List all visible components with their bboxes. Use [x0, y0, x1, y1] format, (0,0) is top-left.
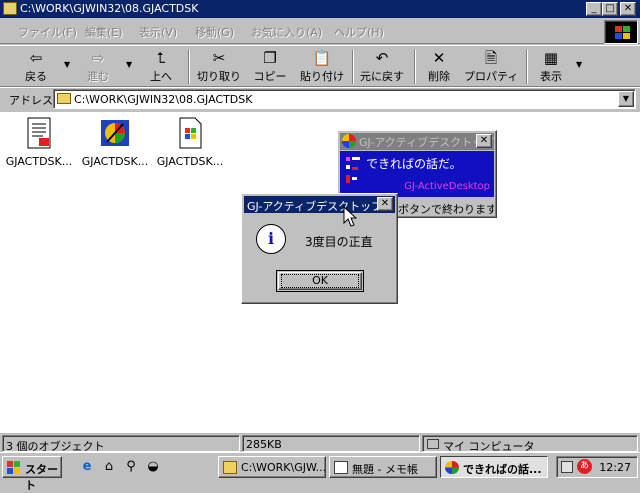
- undo-icon: ↶: [375, 49, 389, 67]
- show-desktop-icon[interactable]: ⌂: [100, 458, 118, 476]
- minimize-button[interactable]: _: [586, 2, 602, 16]
- gj-window-title-bar[interactable]: GJ-アクティブデスクトップ ✕: [340, 133, 494, 150]
- task-gj-window[interactable]: できればの話...: [440, 456, 548, 478]
- clock[interactable]: 12:27: [599, 461, 631, 474]
- task-notepad[interactable]: 無題 - メモ帳: [329, 456, 437, 478]
- menu-help[interactable]: ヘルプ(H): [334, 24, 384, 40]
- address-label: アドレス: [9, 94, 53, 107]
- gj-app-icon: [342, 134, 356, 148]
- task-explorer[interactable]: C:\WORK\GJW...: [218, 456, 326, 478]
- delete-x-icon: ✕: [432, 49, 446, 67]
- channels-icon[interactable]: ⚲: [122, 458, 140, 476]
- cut-button[interactable]: ✂ 切り取り: [196, 48, 242, 86]
- undo-button[interactable]: ↶ 元に戻す: [358, 48, 406, 86]
- gj-close-button[interactable]: ✕: [476, 134, 492, 148]
- menu-edit[interactable]: 編集(E): [85, 24, 123, 40]
- ok-button[interactable]: OK: [276, 270, 364, 292]
- status-object-count: 3 個のオブジェクト: [2, 435, 240, 452]
- dialog-title-bar[interactable]: GJ-アクティブデスクトップ ✕: [244, 196, 395, 213]
- back-button[interactable]: ⇦ 戻る: [14, 48, 58, 86]
- status-location: マイ コンピュータ: [422, 435, 638, 452]
- toolbar-separator: [352, 50, 354, 84]
- start-button[interactable]: スタート: [2, 456, 62, 492]
- info-icon: i: [256, 224, 286, 254]
- gj-app-icon: [101, 120, 129, 146]
- file-item[interactable]: GJACTDSK...: [78, 116, 152, 168]
- dialog-message: 3度目の正直: [305, 235, 373, 249]
- copy-icon: ❐: [263, 49, 277, 67]
- gj-message: できればの話だ。: [366, 157, 462, 171]
- dialog-title: GJ-アクティブデスクトップ: [247, 200, 383, 213]
- gj-app-icon: [445, 461, 459, 474]
- gj-quicklaunch-icon[interactable]: ◒: [144, 458, 162, 476]
- notepad-icon: [334, 461, 348, 474]
- windows-file-icon: [179, 117, 202, 149]
- maximize-button[interactable]: □: [602, 2, 618, 16]
- folder-icon: [223, 461, 237, 474]
- address-bar: アドレス C:\WORK\GJWIN32\08.GJACTDSK ▼: [0, 87, 640, 109]
- toolbar: ⇦ 戻る ▼ ⇨ 進む ▼ ⮤ 上へ ✂ 切り取り ❐ コピー 📋 貼り付け ↶…: [0, 45, 640, 87]
- system-tray: あ 12:27: [556, 456, 638, 478]
- mouse-cursor-icon: [343, 206, 357, 227]
- back-arrow-icon: ⇦: [29, 49, 43, 67]
- address-input[interactable]: C:\WORK\GJWIN32\08.GJACTDSK ▼: [53, 89, 636, 109]
- file-item[interactable]: GJACTDSK...: [153, 116, 227, 168]
- menu-favorites[interactable]: お気に入り(A): [251, 24, 322, 40]
- status-bar: 3 個のオブジェクト 285KB マイ コンピュータ: [0, 432, 640, 452]
- menu-bar: ファイル(F) 編集(E) 表示(V) 移動(G) お気に入り(A) ヘルプ(H…: [0, 18, 640, 44]
- close-button[interactable]: ✕: [620, 2, 636, 16]
- forward-arrow-icon: ⇨: [91, 49, 105, 67]
- folder-icon: [57, 93, 71, 104]
- view-dropdown-icon[interactable]: ▼: [576, 60, 582, 69]
- menu-view[interactable]: 表示(V): [139, 24, 177, 40]
- windows-logo-icon: [604, 20, 638, 44]
- window-title-bar[interactable]: C:\WORK\GJWIN32\08.GJACTDSK _ □ ✕: [0, 0, 640, 18]
- address-dropdown-icon[interactable]: ▼: [618, 91, 634, 107]
- gj-brand-label: GJ-ActiveDesktop: [404, 181, 490, 192]
- network-icon[interactable]: [561, 461, 573, 473]
- menu-file[interactable]: ファイル(F): [18, 24, 77, 40]
- windows-flag-icon: [7, 461, 20, 474]
- folder-up-icon: ⮤: [156, 49, 166, 67]
- delete-button[interactable]: ✕ 削除: [422, 48, 456, 86]
- address-value: C:\WORK\GJWIN32\08.GJACTDSK: [74, 93, 253, 106]
- forward-dropdown-icon[interactable]: ▼: [126, 60, 132, 69]
- computer-icon: [427, 439, 439, 449]
- back-dropdown-icon[interactable]: ▼: [64, 60, 70, 69]
- toolbar-separator: [526, 50, 528, 84]
- clipboard-icon: 📋: [312, 49, 332, 67]
- view-button[interactable]: ▦ 表示: [534, 48, 568, 86]
- status-size: 285KB: [242, 435, 420, 452]
- document-icon: [27, 117, 51, 149]
- forward-button[interactable]: ⇨ 進む: [76, 48, 120, 86]
- toolbar-separator: [414, 50, 416, 84]
- scissors-icon: ✂: [212, 49, 226, 67]
- gj-window-body: できればの話だ。 GJ-ActiveDesktop: [340, 151, 494, 197]
- internet-explorer-icon[interactable]: e: [78, 458, 96, 476]
- window-title: C:\WORK\GJWIN32\08.GJACTDSK: [20, 2, 199, 15]
- gj-character-icon: [346, 157, 360, 183]
- properties-icon: 🗎: [484, 49, 498, 67]
- toolbar-separator: [188, 50, 190, 84]
- up-button[interactable]: ⮤ 上へ: [140, 48, 182, 86]
- file-item[interactable]: GJACTDSK...: [2, 116, 76, 168]
- message-dialog[interactable]: GJ-アクティブデスクトップ ✕ i 3度目の正直 OK: [241, 193, 398, 304]
- properties-button[interactable]: 🗎 プロパティ: [464, 48, 518, 86]
- gj-window-title: GJ-アクティブデスクトップ: [359, 136, 495, 149]
- focus-rectangle: [281, 274, 359, 288]
- paste-button[interactable]: 📋 貼り付け: [298, 48, 346, 86]
- taskbar: スタート e ⌂ ⚲ ◒ C:\WORK\GJW... 無題 - メモ帳 できれ…: [0, 452, 640, 492]
- view-grid-icon: ▦: [543, 49, 559, 67]
- copy-button[interactable]: ❐ コピー: [250, 48, 290, 86]
- ime-icon[interactable]: あ: [577, 459, 592, 474]
- menu-go[interactable]: 移動(G): [195, 24, 234, 40]
- folder-icon: [3, 2, 17, 15]
- dialog-close-button[interactable]: ✕: [377, 197, 393, 211]
